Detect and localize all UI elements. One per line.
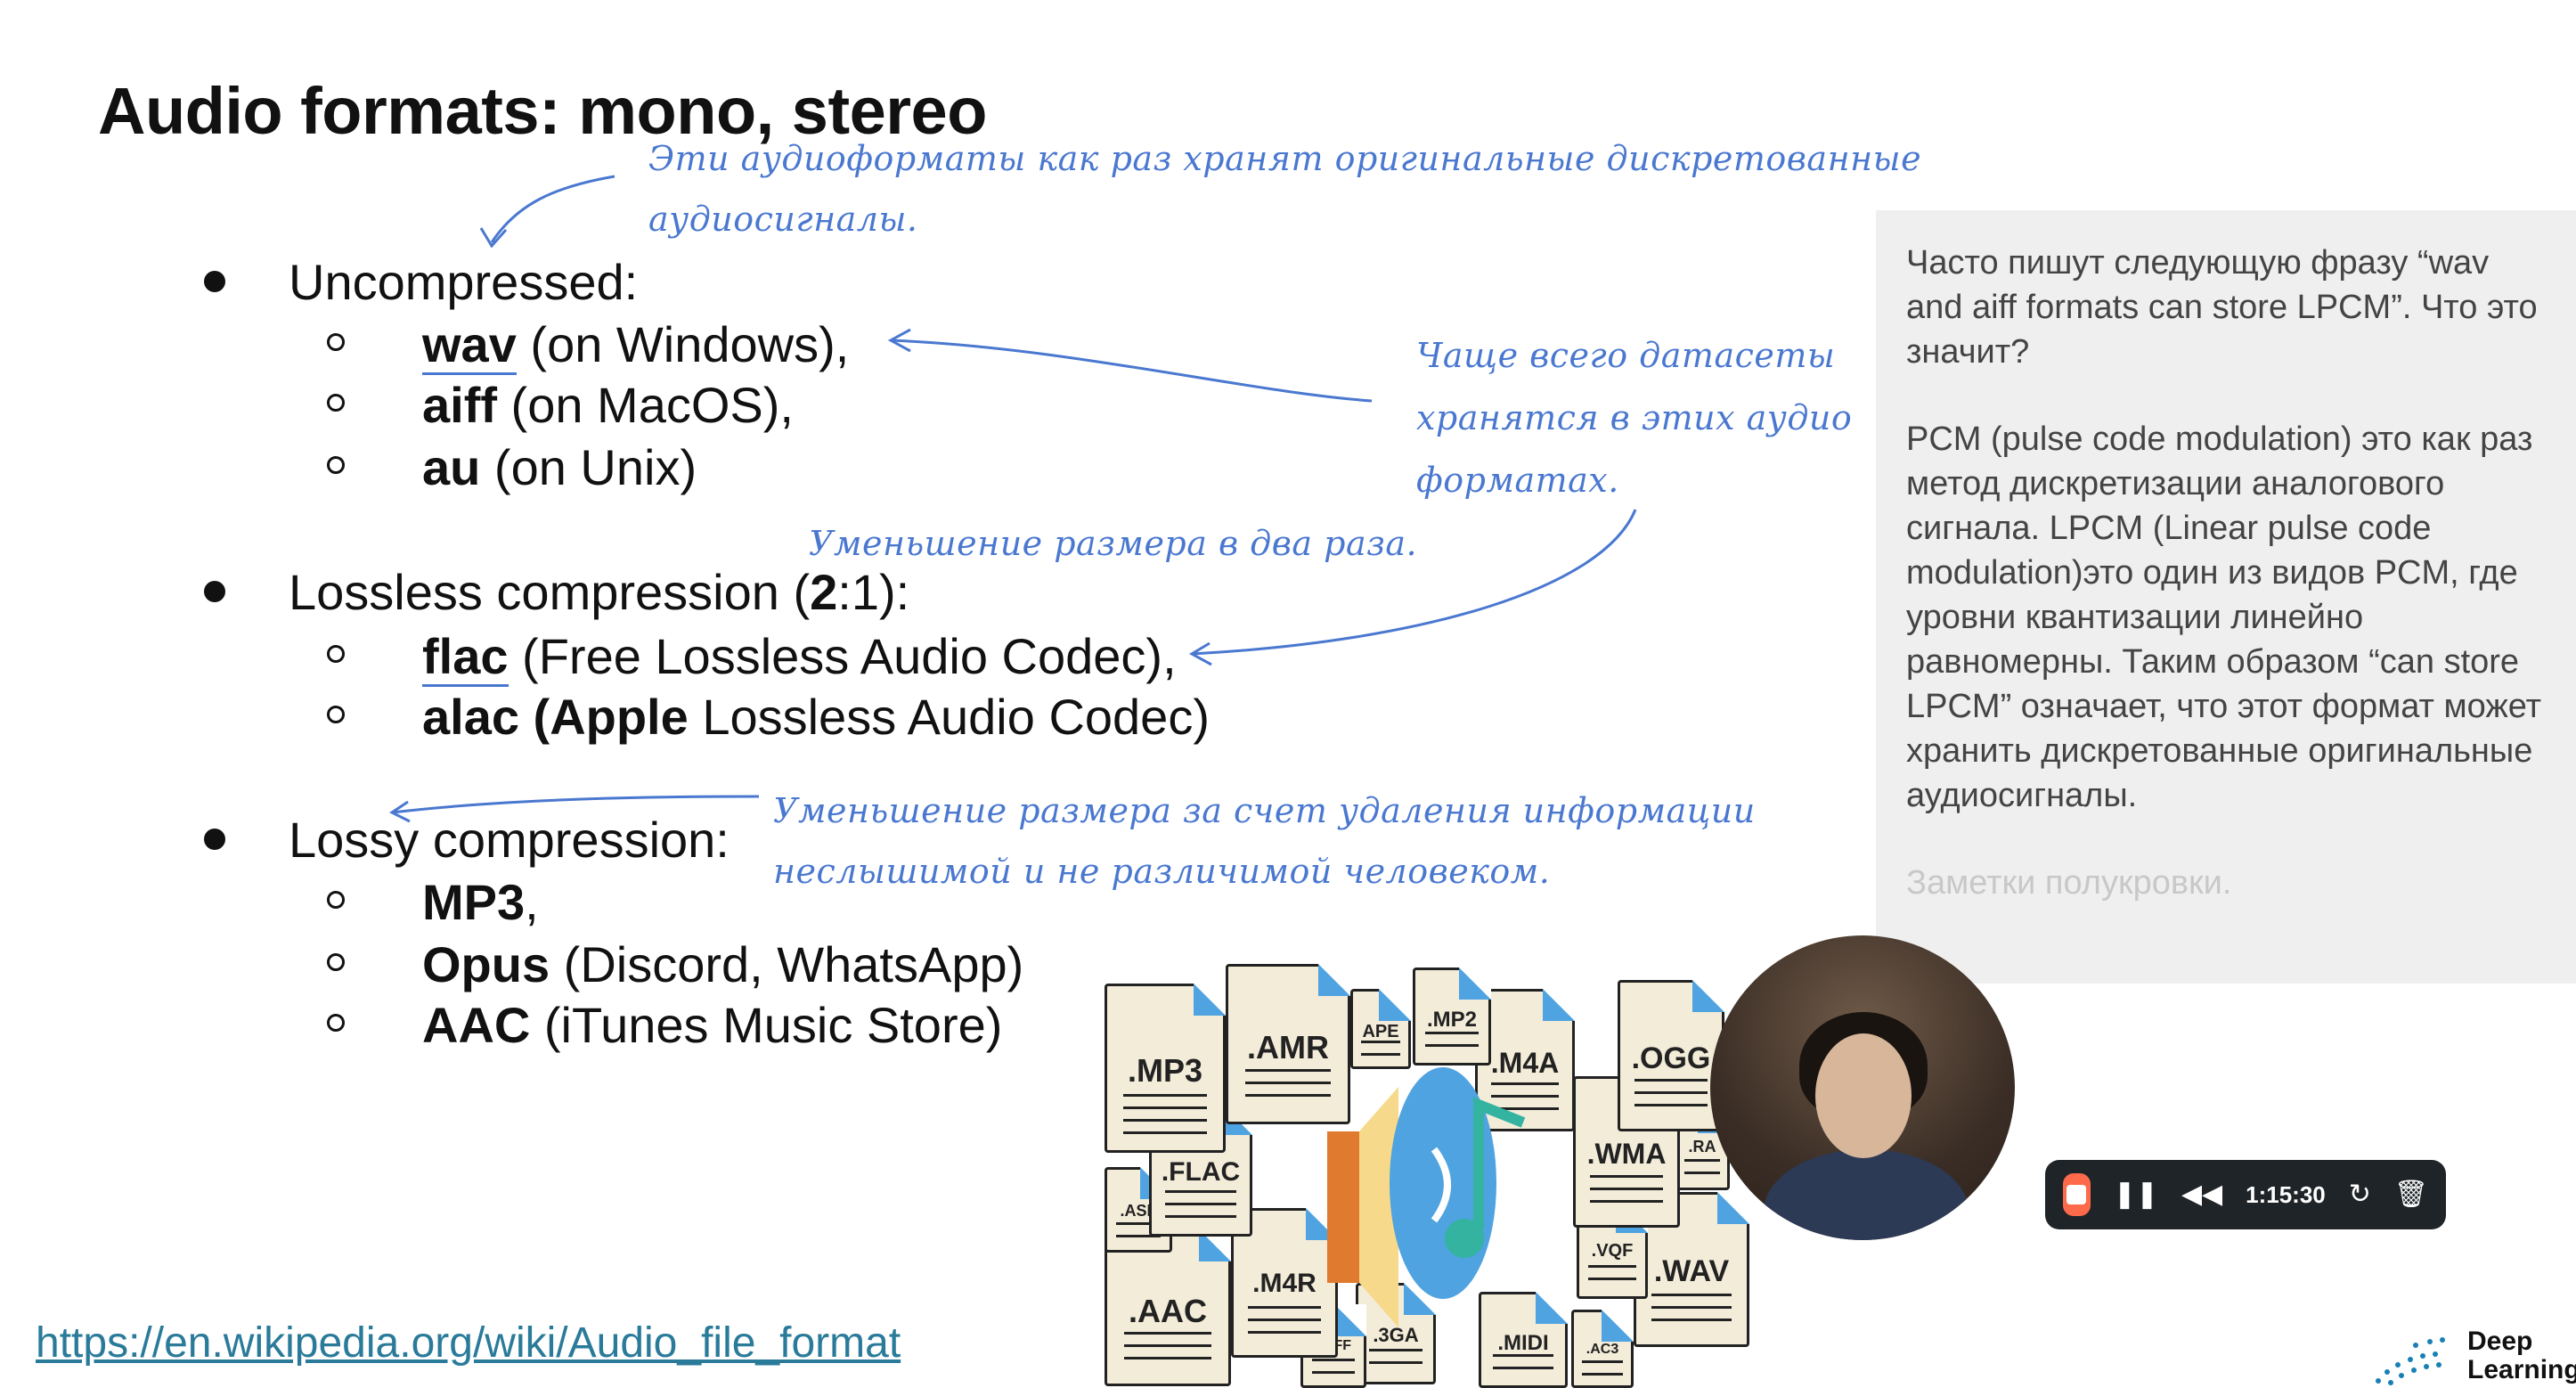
sub-bullet-ring — [327, 953, 345, 971]
format-desc: (on Windows), — [516, 316, 850, 372]
trash-icon[interactable]: 🗑 — [2394, 1181, 2428, 1208]
pause-icon[interactable]: ❚❚ — [2114, 1181, 2158, 1208]
stop-recording-button[interactable] — [2063, 1173, 2091, 1216]
format-desc: , — [525, 874, 539, 930]
bullet-dot — [204, 271, 225, 292]
bullet-lossy: Lossy compression: — [204, 809, 730, 871]
sub-bullet-ring — [327, 891, 345, 909]
sub-bullet-ring — [327, 456, 345, 474]
stop-icon — [2067, 1185, 2087, 1204]
list-item-flac: flac (Free Lossless Audio Codec), — [327, 625, 1177, 688]
logo-line2: Learning — [2467, 1355, 2576, 1384]
arrow-top — [490, 175, 615, 243]
bullet-label-prefix: Lossless compression ( — [289, 564, 811, 620]
restart-icon[interactable]: ↻ — [2349, 1181, 2371, 1208]
format-name: wav — [422, 316, 517, 375]
list-item-opus: Opus (Discord, WhatsApp) — [327, 934, 1024, 996]
recording-timer: 1:15:30 — [2246, 1180, 2326, 1208]
list-item-aiff: aiff (on MacOS), — [327, 374, 794, 437]
format-name: alac (Apple — [422, 689, 689, 745]
list-item-wav: wav (on Windows), — [327, 314, 850, 376]
sub-bullet-ring — [327, 333, 345, 351]
sub-bullet-ring — [327, 394, 345, 412]
logo-line1: Deep — [2467, 1327, 2533, 1356]
format-name: AAC — [422, 997, 531, 1053]
sub-bullet-ring — [327, 645, 345, 663]
speaker-icon — [1327, 1067, 1526, 1327]
notes-placeholder: Заметки полукровки. — [1906, 864, 2232, 902]
format-desc: Lossless Audio Codec) — [688, 689, 1210, 745]
recording-controls: ❚❚ ◀◀ 1:15:30 ↻ 🗑 — [2045, 1160, 2446, 1229]
format-name: MP3 — [422, 874, 526, 930]
logo-dots-icon — [2376, 1337, 2445, 1385]
format-desc: (on Unix) — [480, 439, 697, 495]
presenter-webcam — [1710, 935, 2015, 1240]
bullet-label-bold: 2 — [810, 564, 838, 620]
format-desc: (on MacOS), — [497, 377, 794, 433]
format-name: au — [422, 439, 481, 495]
deep-learning-logo: Deep Learning — [2360, 1327, 2576, 1388]
format-name: aiff — [422, 377, 497, 433]
format-desc: (Discord, WhatsApp) — [550, 936, 1024, 992]
bullet-label: Lossy compression: — [289, 812, 730, 868]
format-name: Opus — [422, 936, 550, 992]
rewind-icon[interactable]: ◀◀ — [2181, 1181, 2222, 1208]
presenter-body — [1764, 1149, 1969, 1240]
list-item-au: au (on Unix) — [327, 437, 697, 499]
format-desc: (Free Lossless Audio Codec), — [508, 628, 1177, 684]
notes-paragraph-1: Часто пишут следующую фразу “wav and aif… — [1906, 244, 2538, 371]
arrow-flac — [1191, 509, 1637, 656]
arrow-right — [890, 339, 1373, 403]
bullet-uncompressed: Uncompressed: — [204, 251, 639, 314]
audio-format-icons-illustration: .AC3.MIDI.3GA.AIFF.WAV.VQF.M4R.AAC.RA.WM… — [1105, 944, 1764, 1388]
bullet-dot — [204, 581, 225, 602]
list-item-mp3: MP3, — [327, 871, 539, 934]
notes-paragraph-2: PCM (pulse code modulation) это как раз … — [1906, 420, 2542, 814]
speaker-notes-panel[interactable]: Часто пишут следующую фразу “wav and aif… — [1876, 210, 2576, 984]
list-item-alac: alac (Apple Lossless Audio Codec) — [327, 686, 1210, 748]
bullet-label: Uncompressed: — [289, 254, 639, 310]
list-item-aac: AAC (iTunes Music Store) — [327, 994, 1003, 1057]
format-name: flac — [422, 628, 509, 687]
presenter-face — [1815, 1033, 1912, 1158]
arrow-top-head — [479, 227, 508, 249]
bullet-lossless: Lossless compression (2:1): — [204, 561, 910, 624]
bullet-dot — [204, 829, 225, 850]
sub-bullet-ring — [327, 706, 345, 723]
bullet-label-suffix: :1): — [837, 564, 910, 620]
wikipedia-link[interactable]: https://en.wikipedia.org/wiki/Audio_file… — [36, 1319, 901, 1368]
format-desc: (iTunes Music Store) — [530, 997, 1003, 1053]
sub-bullet-ring — [327, 1014, 345, 1032]
